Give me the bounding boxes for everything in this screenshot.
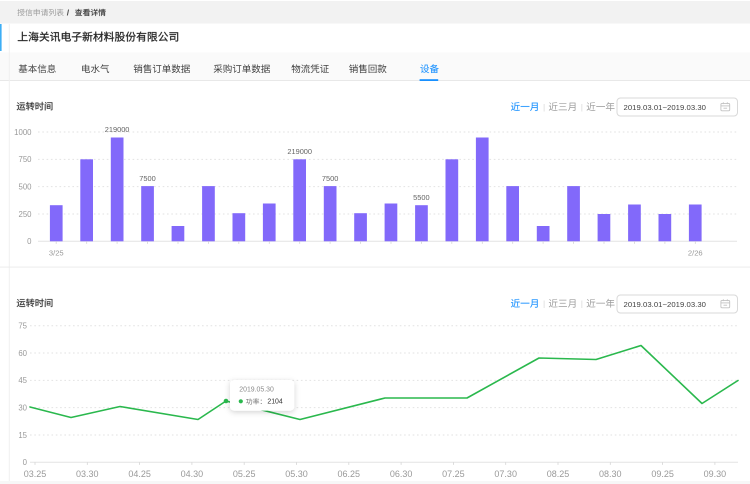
svg-text:04.30: 04.30	[181, 469, 204, 479]
svg-text:08.25: 08.25	[547, 469, 570, 479]
svg-text:07.30: 07.30	[494, 469, 517, 479]
svg-text:45: 45	[18, 376, 27, 385]
svg-text:05.25: 05.25	[233, 469, 256, 479]
svg-text:219000: 219000	[287, 147, 312, 156]
svg-text:08.30: 08.30	[599, 469, 622, 479]
svg-text:15: 15	[18, 431, 27, 440]
svg-text:03.25: 03.25	[24, 469, 47, 479]
svg-text:219000: 219000	[105, 125, 130, 134]
svg-text:7500: 7500	[322, 174, 338, 183]
svg-text:3/25: 3/25	[49, 249, 64, 258]
svg-text:|: |	[543, 299, 545, 309]
svg-text:750: 750	[18, 155, 32, 164]
svg-text:09.30: 09.30	[704, 469, 727, 479]
svg-text:30: 30	[18, 403, 27, 412]
svg-text:05.30: 05.30	[285, 469, 308, 479]
svg-text:250: 250	[18, 210, 32, 219]
svg-text:09.25: 09.25	[651, 469, 674, 479]
svg-text:|: |	[543, 102, 545, 112]
svg-text:0: 0	[27, 237, 32, 246]
svg-text:|: |	[581, 299, 583, 309]
svg-text:03.30: 03.30	[76, 469, 99, 479]
svg-text:2019.03.01~2019.03.30: 2019.03.01~2019.03.30	[624, 103, 707, 112]
svg-text:1000: 1000	[14, 128, 32, 137]
svg-text:500: 500	[18, 182, 32, 191]
svg-text:60: 60	[18, 349, 27, 358]
svg-text:|: |	[581, 102, 583, 112]
svg-text:75: 75	[18, 322, 27, 331]
svg-text:06.25: 06.25	[338, 469, 361, 479]
svg-text:2104: 2104	[267, 399, 282, 406]
svg-text:07.25: 07.25	[442, 469, 465, 479]
svg-text:2/26: 2/26	[688, 249, 703, 258]
svg-text:04.25: 04.25	[128, 469, 151, 479]
svg-text:2019.05.30: 2019.05.30	[239, 387, 274, 394]
svg-text:0: 0	[23, 458, 28, 467]
svg-text:06.30: 06.30	[390, 469, 413, 479]
svg-text:2019.03.01~2019.03.30: 2019.03.01~2019.03.30	[624, 300, 707, 309]
svg-text:5500: 5500	[413, 193, 429, 202]
svg-text:7500: 7500	[139, 174, 155, 183]
